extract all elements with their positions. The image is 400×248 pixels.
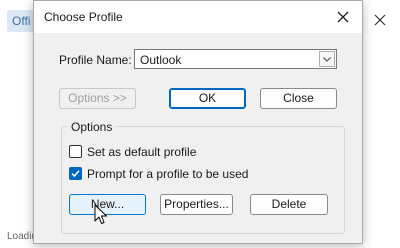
mouse-pointer-icon bbox=[94, 204, 108, 226]
properties-button[interactable]: Properties... bbox=[160, 194, 233, 215]
default-profile-label: Set as default profile bbox=[87, 145, 197, 159]
close-button[interactable]: Close bbox=[260, 88, 337, 109]
close-icon[interactable] bbox=[334, 8, 352, 26]
options-group-label: Options bbox=[68, 120, 116, 134]
profile-name-value: Outlook bbox=[140, 53, 182, 67]
prompt-profile-checkbox[interactable] bbox=[69, 167, 82, 180]
dialog-title: Choose Profile bbox=[44, 10, 123, 24]
default-profile-checkbox[interactable] bbox=[69, 145, 82, 158]
check-icon bbox=[71, 170, 80, 178]
dialog-titlebar: Choose Profile bbox=[34, 1, 362, 33]
ok-button[interactable]: OK bbox=[169, 88, 246, 109]
profile-name-label: Profile Name: bbox=[59, 53, 132, 67]
choose-profile-dialog: Choose Profile Profile Name: Outlook Opt… bbox=[33, 0, 363, 244]
options-button[interactable]: Options >> bbox=[59, 88, 136, 109]
delete-button[interactable]: Delete bbox=[250, 194, 328, 215]
prompt-profile-label: Prompt for a profile to be used bbox=[87, 167, 249, 181]
profile-name-select[interactable]: Outlook bbox=[134, 49, 337, 69]
close-icon[interactable] bbox=[372, 12, 388, 28]
chevron-down-icon[interactable] bbox=[319, 51, 335, 67]
background-tab-label: Offi bbox=[12, 14, 31, 28]
